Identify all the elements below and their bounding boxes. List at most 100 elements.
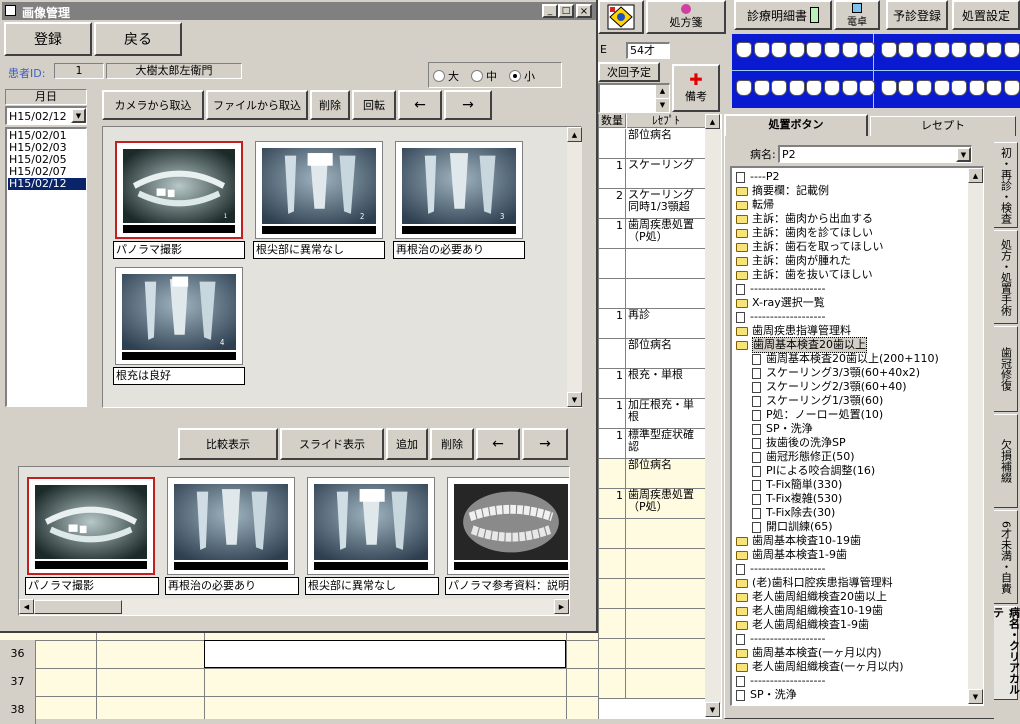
receipt-row[interactable] [599, 279, 705, 309]
calculator-button[interactable]: 電卓 [834, 0, 880, 30]
tree-item[interactable]: X-ray選択一覧 [736, 296, 966, 310]
tree-item[interactable]: ------------------- [736, 310, 966, 324]
prescription-button[interactable]: 処方箋 [646, 0, 726, 34]
strip-thumbnail[interactable] [307, 477, 435, 575]
statement-button[interactable]: 診療明細書 [734, 0, 832, 30]
strip-delete-button[interactable]: 削除 [430, 428, 474, 460]
side-tab-5[interactable]: 病名・クリアカルテ [992, 606, 1020, 700]
tooth-icon[interactable] [753, 42, 770, 58]
tree-scroll-down-icon[interactable]: ▼ [968, 689, 983, 704]
add-button[interactable]: 追加 [386, 428, 428, 460]
tooth-icon[interactable] [753, 80, 770, 96]
tooth-icon[interactable] [986, 80, 1003, 96]
tree-item[interactable]: P処：ノーロー処置(10) [736, 408, 966, 422]
strip-scroll-left-icon[interactable]: ◀ [19, 599, 34, 614]
receipt-row[interactable] [599, 669, 705, 699]
image-caption[interactable]: 根尖部に異常なし [253, 241, 385, 259]
tree-item[interactable]: (老)歯科口腔疾患指導管理料 [736, 576, 966, 590]
receipt-row[interactable]: 1 歯周疾患処置（P処） [599, 219, 705, 249]
back-button[interactable]: 戻る [94, 22, 182, 56]
receipt-row[interactable] [599, 579, 705, 609]
tooth-icon[interactable] [771, 80, 788, 96]
memo-button[interactable]: ✚ 備考 [672, 64, 720, 112]
compare-view-button[interactable]: 比較表示 [178, 428, 278, 460]
tree-item[interactable]: T-Fix簡単(330) [736, 478, 966, 492]
tree-item[interactable]: 転帰 [736, 198, 966, 212]
reserve-button[interactable]: 予診登録 [886, 0, 948, 30]
tree-item[interactable]: T-Fix除去(30) [736, 506, 966, 520]
receipt-row[interactable]: 1 加圧根充・単根 [599, 399, 705, 429]
tooth-icon[interactable] [916, 42, 932, 58]
receipt-row[interactable]: 部位病名 [599, 129, 705, 159]
image-thumbnail[interactable]: 1 [115, 141, 243, 239]
tooth-icon[interactable] [824, 42, 840, 58]
tree-item[interactable]: 抜歯後の洗浄SP [736, 436, 966, 450]
tree-item[interactable]: 開口訓練(65) [736, 520, 966, 534]
image-thumbnail[interactable]: 3 [395, 141, 523, 239]
tree-item[interactable]: 歯周基本検査20歯以上 [736, 337, 966, 353]
tree-scroll-up-icon[interactable]: ▲ [968, 168, 983, 183]
tab-receipt[interactable]: レセプト [870, 116, 1016, 136]
tree-item[interactable]: 老人歯周組織検査1-9歯 [736, 618, 966, 632]
tree-item[interactable]: 歯周基本検査1-9歯 [736, 548, 966, 562]
minimize-button[interactable]: _ [542, 4, 558, 18]
spin-down-icon[interactable]: ▼ [656, 99, 669, 112]
strip-caption[interactable]: 根尖部に異常なし [305, 577, 439, 595]
tree-item[interactable]: 老人歯周組織検査(一ヶ月以内) [736, 660, 966, 674]
tooth-icon[interactable] [968, 42, 985, 58]
tree-item[interactable]: 歯冠形態修正(50) [736, 450, 966, 464]
strip-scroll-right-icon[interactable]: ▶ [554, 599, 569, 614]
image-caption[interactable]: パノラマ撮影 [113, 241, 245, 259]
tooth-icon[interactable] [933, 42, 950, 58]
logo-button[interactable] [598, 0, 644, 34]
tree-item[interactable]: 主訴：歯肉から出血する [736, 212, 966, 226]
tooth-icon[interactable] [968, 80, 985, 96]
side-tab-1[interactable]: 処方・処置手術 [994, 230, 1018, 324]
tree-item[interactable]: ------------------- [736, 282, 966, 296]
treatment-tree[interactable]: ----P2 摘要欄：記載例 転帰 主訴：歯肉から出血する 主訴：歯肉を診てほしい 主訴：… [730, 166, 984, 706]
tooth-icon[interactable] [841, 80, 858, 96]
date-list[interactable]: H15/02/01 H15/02/03 H15/02/05 H15/02/07 H15/… [5, 127, 87, 407]
receipt-row[interactable]: 1 標準型症状確認 [599, 429, 705, 459]
tooth-icon[interactable] [898, 80, 915, 96]
gallery-scrollbar[interactable]: ▲ ▼ [567, 127, 582, 407]
tree-item[interactable]: 主訴：歯肉を診てほしい [736, 226, 966, 240]
side-tab-3[interactable]: 欠損補綴 [994, 414, 1018, 508]
prev-image-button[interactable]: ← [398, 90, 442, 120]
gallery-scroll-up-icon[interactable]: ▲ [567, 127, 582, 142]
strip-thumbnail[interactable] [27, 477, 155, 575]
tree-scrollbar[interactable]: ▲ ▼ [968, 168, 983, 704]
tree-item[interactable]: スケーリング1/3顎(60) [736, 394, 966, 408]
tooth-icon[interactable] [788, 80, 805, 96]
strip-scroll-thumb[interactable] [34, 600, 122, 614]
receipt-row[interactable]: 2 スケーリング同時1/3顎超 [599, 189, 705, 219]
tooth-icon[interactable] [1004, 80, 1020, 96]
receipt-row[interactable]: 部位病名 [599, 459, 705, 489]
tooth-icon[interactable] [788, 42, 805, 58]
strip-caption[interactable]: パノラマ参考資料：説明用 [445, 577, 569, 595]
tree-item[interactable]: 主訴：歯肉が腫れた [736, 254, 966, 268]
image-caption[interactable]: 再根治の必要あり [393, 241, 525, 259]
tooth-icon[interactable] [880, 42, 897, 58]
tree-item[interactable]: スケーリング2/3顎(60+40) [736, 380, 966, 394]
tree-item[interactable]: SP・洗浄 [736, 422, 966, 436]
image-thumbnail[interactable]: 4 [115, 267, 243, 365]
next-appointment-field[interactable]: ▲ ▼ [598, 83, 670, 113]
side-tab-2[interactable]: 歯冠修復 [994, 326, 1018, 412]
scroll-up-icon[interactable]: ▲ [705, 114, 720, 129]
tooth-icon[interactable] [916, 80, 932, 96]
receipt-row[interactable] [599, 249, 705, 279]
receipt-row[interactable] [599, 519, 705, 549]
strip-prev-button[interactable]: ← [476, 428, 520, 460]
tooth-icon[interactable] [951, 42, 968, 58]
tree-item[interactable]: ----P2 [736, 170, 966, 184]
tree-item[interactable]: 老人歯周組織検査20歯以上 [736, 590, 966, 604]
tooth-icon[interactable] [806, 80, 823, 96]
size-radio-1[interactable]: 中 [471, 68, 497, 84]
tooth-icon[interactable] [841, 42, 858, 58]
rotate-button[interactable]: 回転 [352, 90, 396, 120]
tooth-chart[interactable] [732, 34, 1020, 108]
file-import-button[interactable]: ファイルから取込 [206, 90, 308, 120]
tree-item[interactable]: ------------------- [736, 562, 966, 576]
receipt-row[interactable]: 1 スケーリング [599, 159, 705, 189]
